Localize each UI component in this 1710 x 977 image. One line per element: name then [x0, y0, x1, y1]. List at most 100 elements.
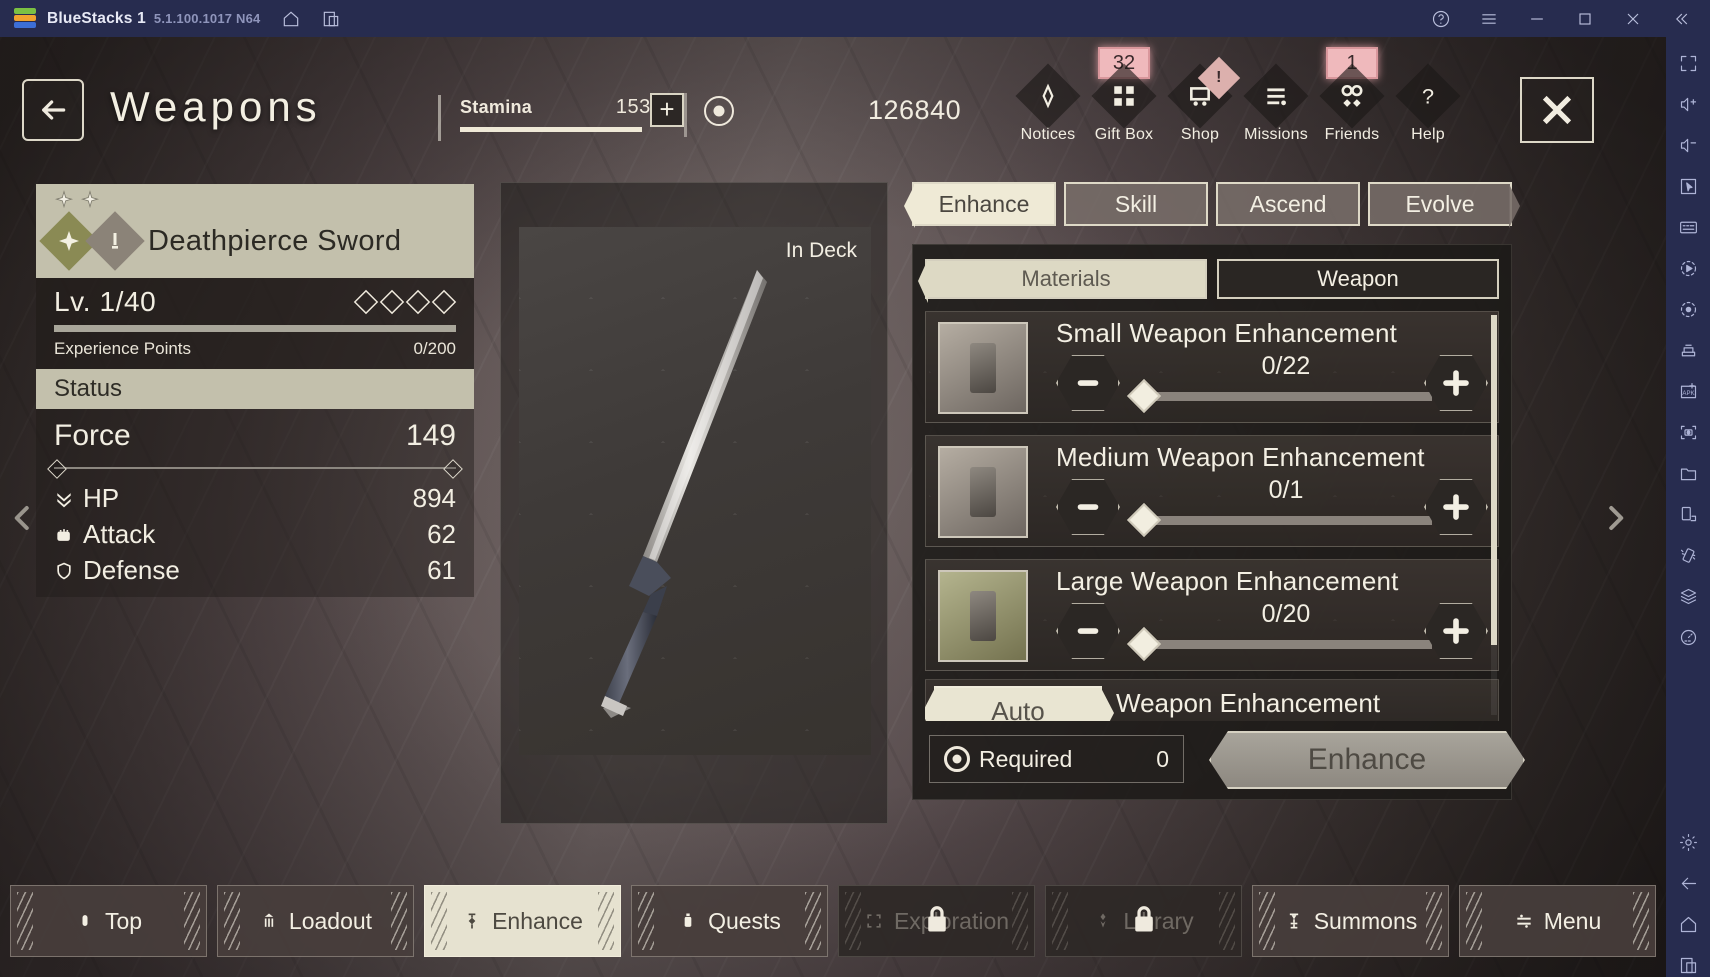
auto-button[interactable]: Auto — [925, 686, 1114, 721]
coin-icon — [704, 95, 734, 126]
enhancement-value: 0/1 — [1268, 476, 1304, 504]
bottom-nav-label: Summons — [1313, 907, 1418, 934]
volume-down-icon[interactable] — [1676, 133, 1700, 157]
help-icon[interactable] — [1430, 8, 1452, 30]
home-icon[interactable] — [280, 8, 302, 30]
enhancement-slider[interactable] — [1142, 392, 1432, 401]
next-weapon-arrow[interactable] — [1600, 492, 1630, 544]
nav-giftbox[interactable]: 32 Gift Box — [1086, 47, 1162, 144]
decrement-button[interactable] — [1056, 603, 1120, 659]
multi-instance-icon[interactable] — [320, 8, 342, 30]
gamepad-icon[interactable] — [1676, 338, 1700, 362]
experience-label: Experience Points — [54, 339, 192, 358]
enhance-confirm-button[interactable]: Enhance — [1209, 731, 1525, 789]
bottom-nav-label: Menu — [1543, 907, 1602, 934]
bluestacks-title: BlueStacks 1 — [47, 9, 146, 27]
back-icon[interactable] — [1676, 871, 1700, 895]
bottom-nav-summons[interactable]: Summons — [1252, 885, 1449, 957]
stamina-add-button[interactable]: + — [650, 93, 684, 127]
tab-enhance[interactable]: Enhance — [904, 182, 1056, 228]
enhancement-body: Materials Weapon Small Weapon Enhancemen… — [912, 244, 1525, 800]
enhancement-value: 0/20 — [1261, 600, 1311, 628]
screenshot-icon[interactable] — [1676, 420, 1700, 444]
small-stone-icon — [938, 322, 1028, 414]
nav-notices[interactable]: Notices — [1010, 63, 1086, 144]
header-nav: Notices 32 Gift Box ! Shop — [1010, 47, 1466, 144]
exploration-icon — [867, 914, 881, 928]
subtab-weapon[interactable]: Weapon — [1217, 259, 1499, 299]
bottom-nav-loadout[interactable]: Loadout — [217, 885, 414, 957]
decrement-button[interactable] — [1056, 479, 1120, 535]
weapon-level-block: Lv. 1/40 Experience Points 0/200 — [36, 278, 474, 369]
performance-icon[interactable] — [1676, 625, 1700, 649]
shop-alert-text: ! — [1216, 68, 1222, 86]
experience-value: 0/200 — [413, 339, 456, 358]
close-screen-button[interactable] — [1520, 77, 1594, 143]
svg-text:?: ? — [1422, 84, 1434, 109]
settings-icon[interactable] — [1676, 830, 1700, 854]
subtab-materials[interactable]: Materials — [918, 259, 1207, 303]
volume-up-icon[interactable] — [1676, 92, 1700, 116]
shake-icon[interactable] — [1676, 543, 1700, 567]
enhancement-row-large: Large Weapon Enhancement 0/20 — [925, 559, 1499, 671]
enhancement-scrollbar[interactable] — [1491, 315, 1497, 715]
tab-skill[interactable]: Skill — [1064, 182, 1208, 226]
force-value: 149 — [405, 419, 456, 452]
close-icon[interactable] — [1622, 8, 1644, 30]
rotate-icon[interactable] — [1676, 297, 1700, 321]
enhancement-title: Small Weapon Enhancement — [1056, 318, 1398, 348]
slider-handle[interactable] — [1127, 503, 1161, 537]
stat-label: Defense — [83, 555, 180, 585]
bottom-nav-library[interactable]: Library — [1045, 885, 1242, 957]
nav-missions[interactable]: Missions — [1238, 63, 1314, 144]
bluestacks-sidebar: APK — [1666, 37, 1710, 977]
status-header: Status — [36, 369, 474, 409]
defense-icon — [57, 562, 71, 579]
nav-friends-label: Friends — [1324, 126, 1380, 143]
quests-icon — [684, 913, 692, 927]
multi-instance-manager-icon[interactable] — [1676, 584, 1700, 608]
stamina-label: Stamina — [460, 97, 533, 117]
minimize-icon[interactable] — [1526, 8, 1548, 30]
decrement-button[interactable] — [1056, 355, 1120, 411]
slider-handle[interactable] — [1127, 379, 1161, 413]
prev-weapon-arrow[interactable] — [8, 492, 38, 544]
bottom-nav-exploration[interactable]: Exploration — [838, 885, 1035, 957]
recents-icon[interactable] — [1676, 953, 1700, 977]
keyboard-icon[interactable] — [1676, 215, 1700, 239]
stat-value: 894 — [412, 483, 456, 513]
menu-icon[interactable] — [1478, 8, 1500, 30]
bottom-nav-enhance[interactable]: Enhance — [424, 885, 621, 957]
tab-ascend[interactable]: Ascend — [1216, 182, 1360, 226]
enhancement-slider[interactable] — [1142, 516, 1432, 525]
enhancement-footer: Required 0 Enhance — [925, 731, 1525, 789]
menu-icon — [1517, 914, 1531, 928]
slider-handle[interactable] — [1127, 627, 1161, 661]
bottom-nav-label: Loadout — [288, 907, 373, 934]
screen-rotate-icon[interactable] — [1676, 502, 1700, 526]
bottom-nav-top[interactable]: Top — [10, 885, 207, 957]
enhancement-slider[interactable] — [1142, 640, 1432, 649]
cursor-icon[interactable] — [1676, 174, 1700, 198]
bottom-nav-quests[interactable]: Quests — [631, 885, 828, 957]
install-apk-icon[interactable]: APK — [1676, 379, 1700, 403]
enhancement-panel: Enhance Skill Ascend Evolve Materials We… — [904, 182, 1525, 800]
collapse-icon[interactable] — [1670, 8, 1692, 30]
force-bar — [54, 467, 456, 469]
top-icon — [82, 915, 88, 926]
media-folder-icon[interactable] — [1676, 461, 1700, 485]
home-nav-icon[interactable] — [1676, 912, 1700, 936]
macro-record-icon[interactable] — [1676, 256, 1700, 280]
bottom-nav-menu[interactable]: Menu — [1459, 885, 1656, 957]
nav-help[interactable]: ? Help — [1390, 63, 1466, 144]
nav-friends[interactable]: 1 Friends — [1314, 47, 1390, 144]
maximize-icon[interactable] — [1574, 8, 1596, 30]
back-button[interactable] — [22, 79, 84, 141]
weapon-stats: Force 149 HP 894 Attack 62 Defense 61 — [36, 409, 474, 597]
tab-evolve[interactable]: Evolve — [1368, 182, 1520, 228]
hp-stat-name: HP — [54, 483, 119, 514]
fullscreen-icon[interactable] — [1676, 51, 1700, 75]
bluestacks-version: 5.1.100.1017 N64 — [153, 11, 261, 26]
nav-shop[interactable]: ! Shop — [1162, 56, 1241, 144]
currency-value: 126840 — [868, 95, 962, 125]
